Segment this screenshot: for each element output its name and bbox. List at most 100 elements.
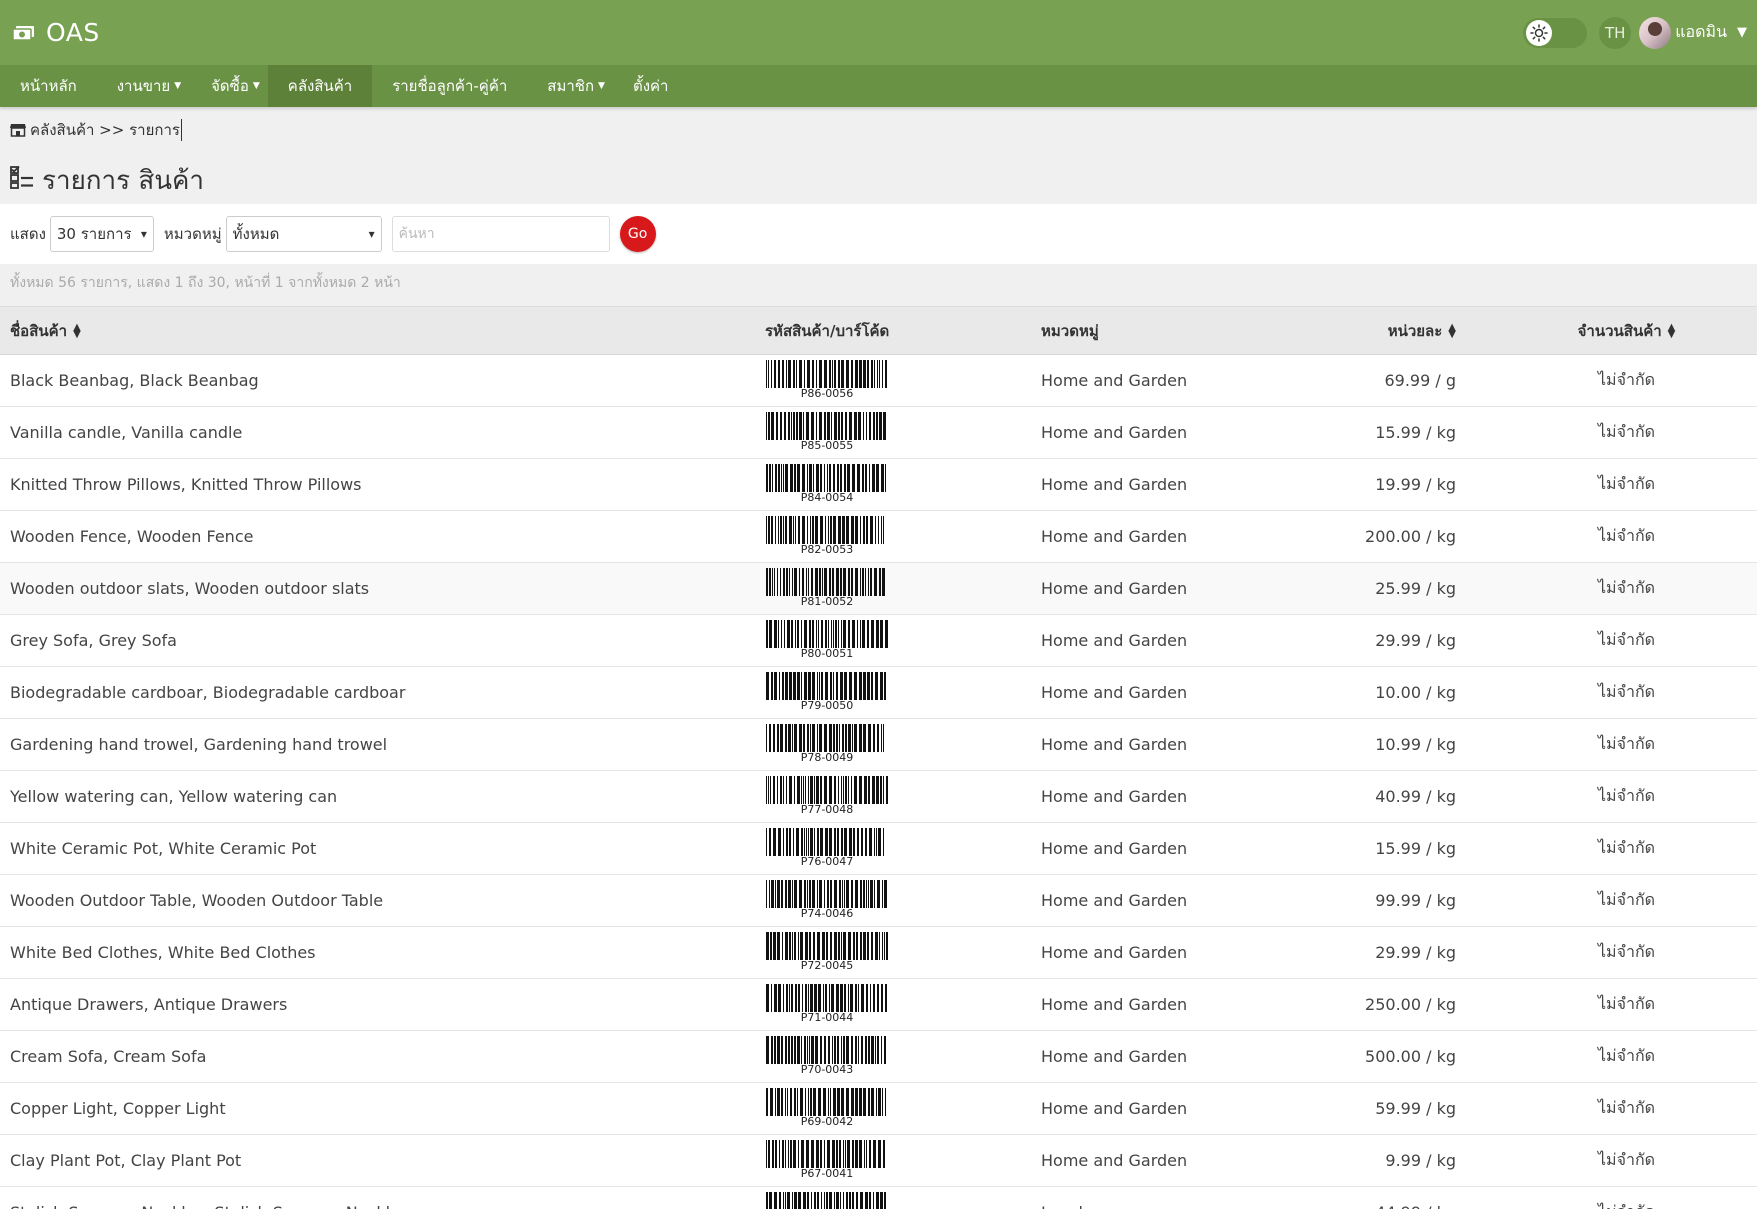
product-code-cell: P81-0052 — [755, 563, 1031, 615]
table-row[interactable]: White Ceramic Pot, White Ceramic Pot P76-… — [0, 822, 1757, 875]
product-code-cell: P79-0050 — [755, 667, 1031, 719]
header-code: รหัสสินค้า/บาร์โค้ด — [755, 307, 1031, 355]
product-category: Home and Garden — [1041, 631, 1188, 650]
product-quantity: ไม่จำกัด — [1597, 578, 1656, 597]
barcode: P79-0050 — [765, 672, 889, 712]
nav-inventory[interactable]: คลังสินค้า — [267, 65, 373, 107]
table-row[interactable]: Cream Sofa, Cream Sofa P70-0043 Home and G… — [0, 1030, 1757, 1083]
avatar — [1639, 16, 1672, 49]
page-size-select[interactable]: 30 รายการ ▾ — [49, 216, 154, 252]
nav-label: งานขาย — [116, 77, 171, 95]
barcode-icon — [766, 828, 884, 856]
product-name[interactable]: Wooden outdoor slats, Wooden outdoor sla… — [0, 563, 755, 615]
product-quantity: ไม่จำกัด — [1597, 526, 1656, 545]
barcode-icon — [766, 1140, 885, 1168]
nav-sales[interactable]: งานขาย ▼ — [97, 65, 191, 107]
product-category: Home and Garden — [1041, 1151, 1188, 1170]
header-label: จำนวนสินค้า — [1577, 321, 1662, 340]
product-table: ชื่อสินค้า ▲ ▼ รหัสสินค้า/บาร์โค้ด หมวดหมู… — [0, 306, 1757, 1209]
table-row[interactable]: Gardening hand trowel, Gardening hand tr… — [0, 718, 1757, 771]
table-row[interactable]: Knitted Throw Pillows, Knitted Throw Pil… — [0, 458, 1757, 511]
sort-icon: ▲ ▼ — [1448, 322, 1456, 340]
product-price: 10.00 / kg — [1375, 683, 1456, 702]
barcode: P85-0055 — [765, 412, 889, 452]
product-name[interactable]: Stylish Summer Necklac, Stylish Summer N… — [0, 1187, 755, 1209]
table-row[interactable]: Clay Plant Pot, Clay Plant Pot P67-0041 Ho… — [0, 1134, 1757, 1187]
barcode-text: P77-0048 — [800, 803, 854, 816]
product-category: Home and Garden — [1041, 891, 1188, 910]
barcode: P70-0043 — [765, 1036, 889, 1076]
product-name[interactable]: Gardening hand trowel, Gardening hand tr… — [0, 719, 755, 771]
table-row[interactable]: Biodegradable cardboar, Biodegradable ca… — [0, 666, 1757, 719]
product-quantity: ไม่จำกัด — [1597, 890, 1656, 909]
product-price: 200.00 / kg — [1365, 527, 1456, 546]
table-row[interactable]: Yellow watering can, Yellow watering can… — [0, 770, 1757, 823]
product-category: Home and Garden — [1041, 943, 1188, 962]
sun-icon — [1526, 19, 1553, 46]
table-row[interactable]: Vanilla candle, Vanilla candle P85-0055 Ho… — [0, 406, 1757, 459]
product-quantity: ไม่จำกัด — [1597, 942, 1656, 961]
product-code-cell: P72-0045 — [755, 927, 1031, 979]
nav-home[interactable]: หน้าหลัก — [0, 65, 97, 107]
page-title: รายการ สินค้า — [10, 160, 204, 201]
table-row[interactable]: Wooden Fence, Wooden Fence P82-0053 Home a… — [0, 510, 1757, 563]
nav-purchase[interactable]: จัดซื้อ ▼ — [191, 65, 268, 107]
product-name[interactable]: White Bed Clothes, White Bed Clothes — [0, 927, 755, 979]
nav-settings[interactable]: ตั้งค่า — [613, 65, 689, 107]
product-name[interactable]: Cream Sofa, Cream Sofa — [0, 1031, 755, 1083]
product-name[interactable]: Copper Light, Copper Light — [0, 1083, 755, 1135]
product-category: Home and Garden — [1041, 1047, 1188, 1066]
table-row[interactable]: White Bed Clothes, White Bed Clothes P72-… — [0, 926, 1757, 979]
product-price: 29.99 / kg — [1375, 631, 1456, 650]
header-quantity[interactable]: จำนวนสินค้า ▲ ▼ — [1526, 307, 1757, 355]
product-code-cell: P67-0041 — [755, 1135, 1031, 1187]
product-name[interactable]: Biodegradable cardboar, Biodegradable ca… — [0, 667, 755, 719]
product-category: Jewelery — [1031, 1187, 1321, 1209]
table-row[interactable]: Black Beanbag, Black Beanbag P86-0056 Home… — [0, 354, 1757, 407]
header-unit-price[interactable]: หน่วยละ ▲ ▼ — [1321, 307, 1526, 355]
table-row[interactable]: Grey Sofa, Grey Sofa P80-0051 Home and Gar… — [0, 614, 1757, 667]
product-name[interactable]: Knitted Throw Pillows, Knitted Throw Pil… — [0, 459, 755, 511]
product-quantity: ไม่จำกัด — [1597, 370, 1656, 389]
product-name[interactable]: White Ceramic Pot, White Ceramic Pot — [0, 823, 755, 875]
nav-customers[interactable]: รายชื่อลูกค้า-คู่ค้า — [372, 65, 527, 107]
product-name[interactable]: Wooden Outdoor Table, Wooden Outdoor Tab… — [0, 875, 755, 927]
table-row[interactable]: Copper Light, Copper Light P69-0042 Home a… — [0, 1082, 1757, 1135]
product-name[interactable]: Grey Sofa, Grey Sofa — [0, 615, 755, 667]
product-name[interactable]: Vanilla candle, Vanilla candle — [0, 407, 755, 459]
table-row[interactable]: Wooden Outdoor Table, Wooden Outdoor Tab… — [0, 874, 1757, 927]
barcode-icon — [766, 620, 888, 648]
barcode-icon — [766, 568, 885, 596]
barcode: P81-0052 — [765, 568, 889, 608]
category-select[interactable]: ทั้งหมด ▾ — [225, 216, 382, 252]
product-price: 15.99 / kg — [1375, 839, 1456, 858]
brand[interactable]: OAS — [12, 18, 100, 47]
table-row[interactable]: Wooden outdoor slats, Wooden outdoor sla… — [0, 562, 1757, 615]
product-price: 15.99 / kg — [1375, 423, 1456, 442]
table-row[interactable]: Antique Drawers, Antique Drawers P71-0044… — [0, 978, 1757, 1031]
product-name[interactable]: Antique Drawers, Antique Drawers — [0, 979, 755, 1031]
go-button[interactable]: Go — [619, 216, 656, 252]
product-quantity: ไม่จำกัด — [1597, 1150, 1656, 1169]
category-value: ทั้งหมด — [232, 225, 280, 243]
barcode: P86-0056 — [765, 360, 889, 400]
breadcrumb-text[interactable]: คลังสินค้า >> รายการ — [30, 118, 180, 142]
product-price: 99.99 / kg — [1375, 891, 1456, 910]
product-name[interactable]: Yellow watering can, Yellow watering can — [0, 771, 755, 823]
product-code-cell: P82-0053 — [755, 511, 1031, 563]
product-name[interactable]: Wooden Fence, Wooden Fence — [0, 511, 755, 563]
product-price: 25.99 / kg — [1375, 579, 1456, 598]
product-name[interactable]: Black Beanbag, Black Beanbag — [0, 355, 755, 407]
barcode: P78-0049 — [765, 724, 889, 764]
main-nav: หน้าหลัก งานขาย ▼ จัดซื้อ ▼ คลังสินค้า ราย… — [0, 65, 1757, 107]
table-row[interactable]: Stylish Summer Necklac, Stylish Summer N… — [0, 1186, 1757, 1209]
product-quantity: ไม่จำกัด — [1597, 734, 1656, 753]
header-name[interactable]: ชื่อสินค้า ▲ ▼ — [0, 307, 755, 355]
product-name[interactable]: Clay Plant Pot, Clay Plant Pot — [0, 1135, 755, 1187]
nav-members[interactable]: สมาชิก ▼ — [527, 65, 613, 107]
language-switcher[interactable]: TH — [1599, 16, 1632, 49]
theme-toggle[interactable] — [1523, 17, 1588, 48]
search-input[interactable] — [391, 216, 610, 252]
user-menu[interactable]: แอดมิน ▼ — [1639, 16, 1747, 49]
product-category: Home and Garden — [1041, 839, 1188, 858]
